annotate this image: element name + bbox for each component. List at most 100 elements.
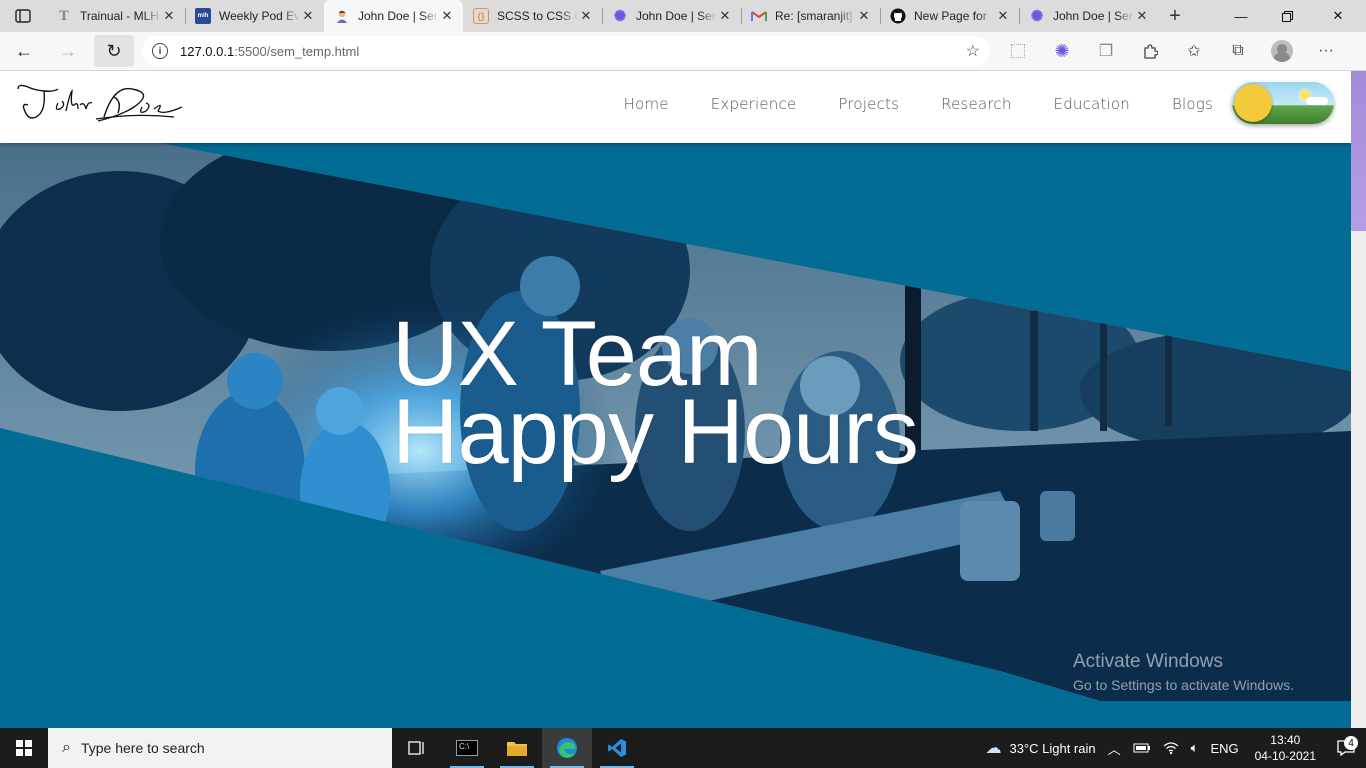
clock-time: 13:40 — [1270, 733, 1301, 747]
nav-link-research[interactable]: Research — [941, 95, 1011, 113]
restore-icon[interactable] — [1264, 0, 1310, 32]
nav-link-home[interactable]: Home — [624, 95, 669, 113]
tab-title: Re: [smaranjit] — [775, 9, 853, 23]
trainual-icon: T — [59, 8, 69, 24]
browser-tab[interactable]: mlh Weekly Pod Events ✕ — [185, 0, 324, 32]
add-favorite-star-icon[interactable]: ☆ — [966, 41, 980, 61]
hero-heading: UX Team Happy Hours — [392, 308, 919, 483]
vscode-icon[interactable] — [592, 728, 642, 768]
site-header: Home Experience Projects Research Educat… — [0, 71, 1351, 143]
site-info-icon[interactable]: i — [152, 43, 168, 59]
scrollbar-thumb[interactable] — [1351, 71, 1366, 231]
browser-tab-strip: T Trainual - MLH ✕ mlh Weekly Pod Events… — [0, 0, 1366, 32]
browser-tab[interactable]: {} SCSS to CSS Converter ✕ — [463, 0, 602, 32]
browser-tab[interactable]: T Trainual - MLH ✕ — [46, 0, 185, 32]
close-icon[interactable]: ✕ — [995, 8, 1011, 24]
wifi-icon[interactable] — [1157, 741, 1185, 755]
window-controls: — ✕ — [1218, 0, 1366, 32]
page-scrollbar[interactable] — [1351, 71, 1366, 728]
window-close-icon[interactable]: ✕ — [1310, 0, 1366, 32]
cloud-icon — [1306, 97, 1328, 105]
browser-tab[interactable]: ✺ John Doe | Semantics ✕ — [1019, 0, 1158, 32]
back-arrow-icon[interactable]: ← — [4, 35, 44, 67]
nav-link-experience[interactable]: Experience — [711, 95, 797, 113]
activate-windows-watermark: Activate Windows Go to Settings to activ… — [1073, 651, 1294, 693]
search-icon: ⌕ — [62, 739, 71, 756]
nav-link-projects[interactable]: Projects — [838, 95, 899, 113]
close-icon[interactable]: ✕ — [1134, 8, 1150, 24]
tab-title: SCSS to CSS Converter — [497, 9, 578, 23]
url-text[interactable]: 127.0.0.1:5500/sem_temp.html — [180, 44, 966, 59]
gear-flower-icon: ✺ — [1030, 8, 1044, 25]
tab-collections-icon[interactable]: ⧉ — [1216, 35, 1260, 67]
terminal-app-icon[interactable]: C:\ — [442, 728, 492, 768]
nav-link-blogs[interactable]: Blogs — [1172, 95, 1213, 113]
windows-taskbar: ⌕ Type here to search C:\ ☁ 33°C Light r… — [0, 728, 1366, 768]
extensions-puzzle-icon[interactable] — [1128, 35, 1172, 67]
watermark-subtitle: Go to Settings to activate Windows. — [1073, 677, 1294, 693]
profile-avatar-icon[interactable] — [1260, 35, 1304, 67]
browser-tab[interactable]: Re: [smaranjit] ✕ — [741, 0, 880, 32]
page-viewport: Home Experience Projects Research Educat… — [0, 71, 1351, 728]
nav-link-education[interactable]: Education — [1054, 95, 1130, 113]
person-icon — [334, 8, 350, 24]
weather-text: 33°C Light rain — [1009, 740, 1096, 756]
reload-icon[interactable]: ↻ — [94, 35, 134, 67]
windows-logo-icon — [16, 740, 32, 756]
browser-toolbar: ← → ↻ i 127.0.0.1:5500/sem_temp.html ☆ ✺… — [0, 32, 1366, 71]
more-menu-icon[interactable]: ··· — [1304, 35, 1348, 67]
close-icon[interactable]: ✕ — [300, 8, 316, 24]
notification-center-icon[interactable]: 4 — [1326, 736, 1366, 756]
browser-tab[interactable]: ✺ John Doe | Semantics ✕ — [602, 0, 741, 32]
code-braces-icon: {} — [473, 8, 489, 24]
address-bar[interactable]: i 127.0.0.1:5500/sem_temp.html ☆ — [142, 36, 990, 66]
taskbar-search-box[interactable]: ⌕ Type here to search — [48, 728, 392, 768]
gear-flower-icon: ✺ — [613, 8, 627, 25]
weather-widget[interactable]: ☁ 33°C Light rain — [979, 738, 1101, 758]
theme-toggle-switch[interactable] — [1232, 82, 1334, 124]
hero-heading-line2: Happy Hours — [392, 381, 919, 483]
language-indicator[interactable]: ENG — [1204, 741, 1244, 756]
chevron-up-icon[interactable]: ︿ — [1102, 739, 1127, 758]
site-nav: Home Experience Projects Research Educat… — [582, 71, 1213, 137]
search-placeholder: Type here to search — [80, 740, 205, 756]
clock-date: 04-10-2021 — [1254, 749, 1316, 763]
tab-title: John Doe | Semantics — [636, 9, 717, 23]
tab-title: Weekly Pod Events — [219, 9, 300, 23]
task-view-icon[interactable] — [392, 728, 442, 768]
volume-icon[interactable]: 🔈︎ — [1185, 740, 1205, 756]
browser-tab[interactable]: New Page for ✕ — [880, 0, 1019, 32]
collections-icon[interactable]: ❐ — [1084, 35, 1128, 67]
start-button[interactable] — [0, 728, 48, 768]
close-icon[interactable]: ✕ — [439, 8, 455, 24]
signature-logo[interactable] — [14, 77, 184, 127]
watermark-title: Activate Windows — [1073, 651, 1223, 672]
toggle-knob[interactable] — [1234, 84, 1272, 122]
minimize-icon[interactable]: — — [1218, 0, 1264, 32]
cloud-rain-icon: ☁ — [985, 740, 1002, 757]
favorites-star-list-icon[interactable]: ✩ — [1172, 35, 1216, 67]
tab-title: Trainual - MLH — [80, 9, 159, 23]
gear-flower-icon[interactable]: ✺ — [1040, 35, 1084, 67]
system-tray: ☁ 33°C Light rain ︿ 🔈︎ ENG 13:40 04-10-2… — [979, 728, 1366, 768]
forward-arrow-icon[interactable]: → — [48, 35, 88, 67]
tab-title: John Doe | Semantics — [1053, 9, 1134, 23]
tab-actions-menu-icon[interactable] — [0, 0, 46, 32]
extension-grid-icon[interactable] — [996, 35, 1040, 67]
github-icon — [890, 8, 906, 24]
edge-browser-icon[interactable] — [542, 728, 592, 768]
battery-icon[interactable] — [1127, 742, 1157, 754]
file-explorer-icon[interactable] — [492, 728, 542, 768]
tab-title: John Doe | Semantics — [358, 9, 439, 23]
tab-title: New Page for — [914, 9, 987, 23]
close-icon[interactable]: ✕ — [717, 8, 733, 24]
mlh-icon: mlh — [195, 8, 211, 24]
gmail-icon — [751, 8, 767, 24]
close-icon[interactable]: ✕ — [578, 8, 594, 24]
new-tab-plus-icon[interactable]: + — [1158, 0, 1192, 32]
browser-tab-active[interactable]: John Doe | Semantics ✕ — [324, 0, 463, 32]
notification-count-badge: 4 — [1344, 736, 1358, 750]
close-icon[interactable]: ✕ — [856, 8, 872, 24]
close-icon[interactable]: ✕ — [161, 8, 177, 24]
taskbar-clock[interactable]: 13:40 04-10-2021 — [1245, 732, 1326, 764]
